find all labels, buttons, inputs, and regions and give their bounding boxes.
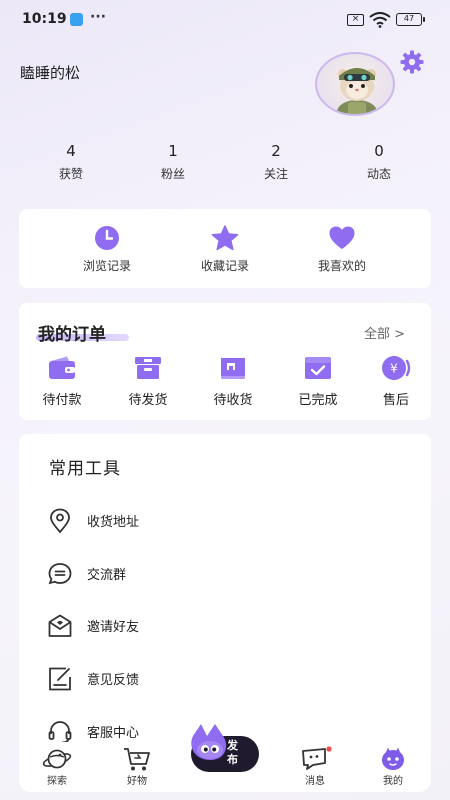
star-icon xyxy=(211,225,239,251)
tool-community-group[interactable]: 交流群 xyxy=(47,559,387,589)
profile-face-icon xyxy=(382,747,404,770)
tool-label: 邀请好友 xyxy=(87,620,140,635)
stats-row: 4 获赞 1 粉丝 2 关注 0 动态 xyxy=(0,142,450,186)
check-box-icon xyxy=(305,357,331,379)
avatar[interactable] xyxy=(315,52,395,116)
publish-button[interactable]: 发布 xyxy=(191,724,259,772)
order-status-label: 待付款 xyxy=(42,393,82,408)
order-pending-receipt[interactable]: 待收货 xyxy=(198,355,268,408)
publish-label: 发布 xyxy=(227,739,238,766)
view-all-orders-link[interactable]: 全部 > xyxy=(364,323,405,342)
order-completed[interactable]: 已完成 xyxy=(283,355,353,408)
cart-icon xyxy=(124,748,150,771)
stat-likes[interactable]: 4 获赞 xyxy=(31,142,111,182)
wifi-icon xyxy=(369,12,391,28)
nav-label: 好物 xyxy=(127,776,147,787)
tools-title: 常用工具 xyxy=(49,459,121,479)
tool-shipping-address[interactable]: 收货地址 xyxy=(47,506,387,536)
nav-label: 我的 xyxy=(383,776,403,787)
stat-posts[interactable]: 0 动态 xyxy=(339,142,419,182)
order-status-label: 已完成 xyxy=(298,393,338,408)
stat-count: 2 xyxy=(271,142,281,160)
stat-label: 动态 xyxy=(366,167,391,181)
order-status-label: 待发货 xyxy=(128,393,168,408)
heart-icon xyxy=(329,226,355,249)
box-icon xyxy=(135,357,161,379)
tools-card: 常用工具 收货地址 交流群 邀请好友 意见反馈 客服中心 xyxy=(19,434,431,764)
order-pending-payment[interactable]: 待付款 xyxy=(27,355,97,408)
nav-messages[interactable]: 消息 xyxy=(285,746,345,787)
mascot-icon xyxy=(191,724,227,760)
order-status-label: 售后 xyxy=(382,393,409,408)
stat-count: 4 xyxy=(66,142,76,160)
quick-link-label: 收藏记录 xyxy=(200,259,249,273)
stat-label: 粉丝 xyxy=(160,167,185,181)
order-pending-shipment[interactable]: 待发货 xyxy=(113,355,183,408)
nav-mine[interactable]: 我的 xyxy=(363,746,423,787)
stat-fans[interactable]: 1 粉丝 xyxy=(133,142,213,182)
more-notifications-icon: ··· xyxy=(90,9,106,25)
hamster-avatar xyxy=(337,68,377,114)
app-notification-icon xyxy=(70,13,83,26)
no-sim-icon: × xyxy=(347,14,364,26)
tool-label: 交流群 xyxy=(87,568,127,583)
nav-goods[interactable]: 好物 xyxy=(107,746,167,787)
message-icon xyxy=(302,746,332,770)
stat-label: 获赞 xyxy=(58,167,83,181)
tool-label: 收货地址 xyxy=(87,515,140,530)
tool-label: 客服中心 xyxy=(87,726,140,741)
tool-invite-friends[interactable]: 邀请好友 xyxy=(47,611,387,641)
orders-title: 我的订单 xyxy=(38,325,106,345)
stat-count: 0 xyxy=(374,142,384,160)
chat-icon xyxy=(48,563,72,585)
clock-icon xyxy=(95,226,119,250)
yuan-icon: ¥ xyxy=(382,356,411,380)
status-bar: 10:19 ··· × 47 xyxy=(0,0,450,40)
planet-icon xyxy=(42,749,72,769)
orders-card: 我的订单 全部 > 待付款 待发货 待收货 已完成 ¥ 售后 xyxy=(19,303,431,420)
nav-explore[interactable]: 探索 xyxy=(27,746,87,787)
tool-label: 意见反馈 xyxy=(87,673,140,688)
quick-link-label: 我喜欢的 xyxy=(317,259,366,273)
nav-label: 探索 xyxy=(47,776,67,787)
liked-link[interactable]: 我喜欢的 xyxy=(292,225,392,274)
nav-label: 消息 xyxy=(305,776,325,787)
mail-icon xyxy=(48,614,72,637)
stat-count: 1 xyxy=(168,142,178,160)
wallet-icon xyxy=(49,356,75,379)
quick-links-card: 浏览记录 收藏记录 我喜欢的 xyxy=(19,209,431,288)
gear-icon[interactable] xyxy=(399,49,425,75)
quick-link-label: 浏览记录 xyxy=(82,259,131,273)
browse-history-link[interactable]: 浏览记录 xyxy=(57,225,157,274)
feedback-icon xyxy=(49,667,71,691)
stat-label: 关注 xyxy=(263,167,288,181)
location-icon xyxy=(50,508,70,534)
truck-icon xyxy=(221,358,245,379)
favorites-link[interactable]: 收藏记录 xyxy=(175,225,275,274)
stat-following[interactable]: 2 关注 xyxy=(236,142,316,182)
order-status-label: 待收货 xyxy=(213,393,253,408)
username[interactable]: 瞌睡的松 xyxy=(20,62,80,83)
status-time: 10:19 xyxy=(22,11,67,27)
tool-feedback[interactable]: 意见反馈 xyxy=(47,664,387,694)
order-after-sales[interactable]: ¥ 售后 xyxy=(361,355,431,408)
svg-text:¥: ¥ xyxy=(390,362,398,376)
battery-icon: 47 xyxy=(396,13,425,26)
